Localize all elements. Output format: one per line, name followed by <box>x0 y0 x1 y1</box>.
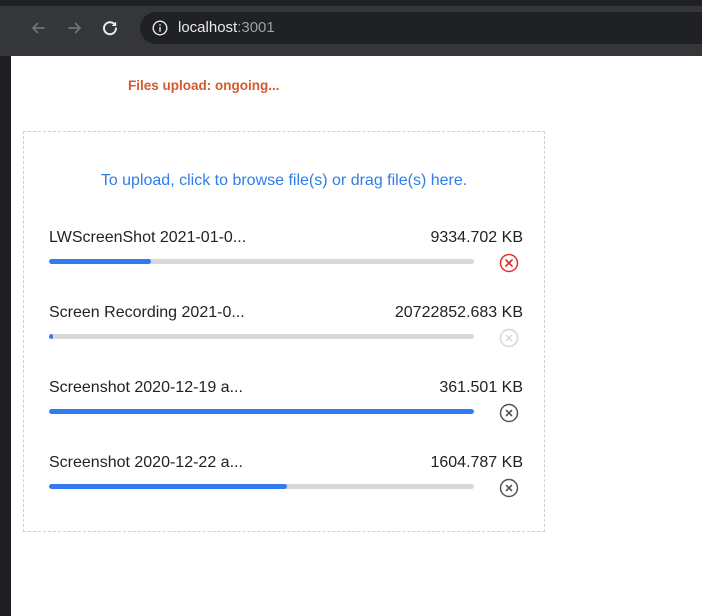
arrow-left-icon <box>32 22 45 34</box>
cancel-upload-button[interactable] <box>499 478 519 498</box>
progress-track <box>49 409 474 414</box>
left-gutter <box>0 56 11 616</box>
cancel-circle-icon <box>499 328 519 348</box>
back-button[interactable] <box>26 16 50 40</box>
progress-fill <box>49 259 151 264</box>
progress-fill <box>49 409 474 414</box>
address-bar[interactable]: localhost:3001 <box>140 12 702 44</box>
browser-toolbar: localhost:3001 <box>0 0 702 56</box>
progress-fill <box>49 484 287 489</box>
dropzone-prompt[interactable]: To upload, click to browse file(s) or dr… <box>24 172 544 190</box>
file-size: 9334.702 KB <box>430 229 523 246</box>
forward-button[interactable] <box>63 16 87 40</box>
cancel-circle-icon <box>499 253 519 273</box>
upload-dropzone[interactable]: To upload, click to browse file(s) or dr… <box>23 131 545 532</box>
cancel-circle-icon <box>499 478 519 498</box>
upload-status-label: Files upload: ongoing... <box>128 78 280 93</box>
progress-track <box>49 484 474 489</box>
cancel-upload-button[interactable] <box>499 253 519 273</box>
progress-track <box>49 334 474 339</box>
file-size: 1604.787 KB <box>430 454 523 471</box>
file-name: Screenshot 2020-12-19 a... <box>49 379 243 396</box>
url-port: :3001 <box>237 19 275 36</box>
file-name: Screen Recording 2021-0... <box>49 304 245 321</box>
progress-fill <box>49 334 54 339</box>
cancel-upload-button[interactable] <box>499 403 519 423</box>
cancel-upload-button[interactable] <box>499 328 519 348</box>
file-size: 20722852.683 KB <box>394 304 523 321</box>
progress-track <box>49 259 474 264</box>
file-row: LWScreenShot 2021-01-0... 9334.702 KB <box>49 229 523 279</box>
url-host: localhost <box>178 19 238 36</box>
reload-button[interactable] <box>98 16 122 40</box>
file-name: LWScreenShot 2021-01-0... <box>49 229 247 246</box>
file-row: Screen Recording 2021-0... 20722852.683 … <box>49 304 523 354</box>
file-name: Screenshot 2020-12-22 a... <box>49 454 243 471</box>
tab-strip <box>0 0 702 6</box>
url-text[interactable]: localhost:3001 <box>178 19 275 37</box>
page-viewport: Files upload: ongoing... To upload, clic… <box>11 56 702 616</box>
file-size: 361.501 KB <box>439 379 523 396</box>
cancel-circle-icon <box>499 403 519 423</box>
file-row: Screenshot 2020-12-22 a... 1604.787 KB <box>49 454 523 504</box>
info-icon[interactable] <box>152 20 168 36</box>
reload-icon <box>103 21 117 36</box>
arrow-right-icon <box>68 22 81 34</box>
file-row: Screenshot 2020-12-19 a... 361.501 KB <box>49 379 523 429</box>
